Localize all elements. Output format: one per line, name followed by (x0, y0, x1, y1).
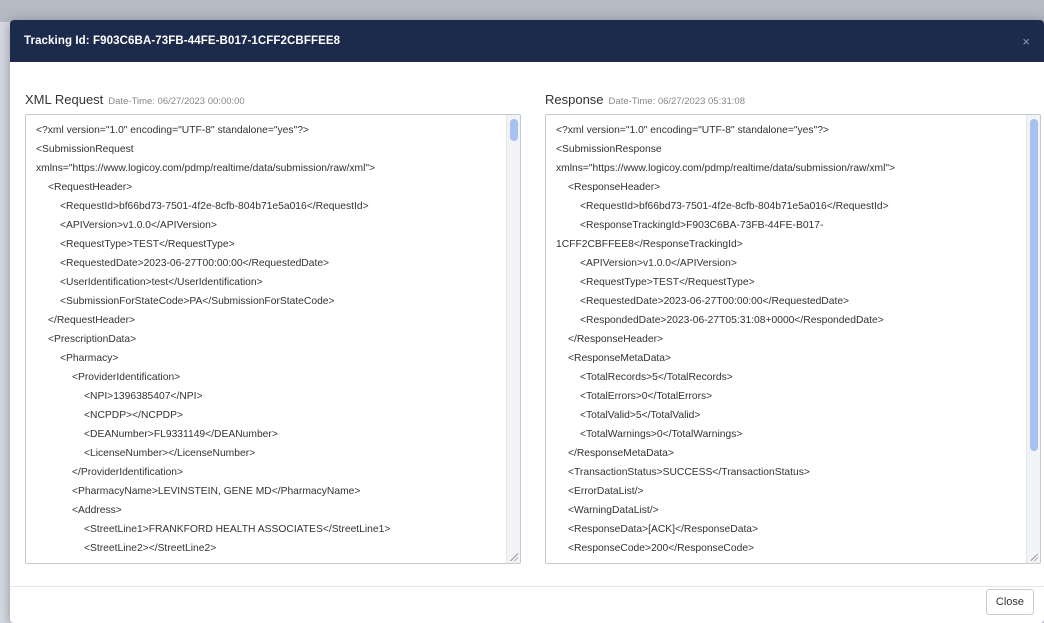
xml-panes: XML Request Date-Time: 06/27/2023 00:00:… (25, 92, 1041, 572)
response-resize-handle[interactable] (1030, 553, 1038, 561)
xml-line: <TotalValid>5</TotalValid> (580, 410, 701, 421)
response-scrollbar-thumb[interactable] (1030, 119, 1038, 451)
xml-line: <ResponseData>[ACK]</ResponseData> (568, 524, 759, 535)
xml-line: <APIVersion>v1.0.0</APIVersion> (580, 258, 737, 269)
xml-line: <RequestId>bf66bd73-7501-4f2e-8cfb-804b7… (580, 201, 889, 212)
xml-line: <DEANumber>FL9331149</DEANumber> (84, 429, 278, 440)
request-xml-content: <?xml version="1.0" encoding="UTF-8" sta… (36, 121, 502, 558)
xml-line: <Pharmacy> (60, 353, 119, 364)
close-icon[interactable]: × (1022, 34, 1030, 49)
modal-header: Tracking Id: F903C6BA-73FB-44FE-B017-1CF… (10, 20, 1044, 62)
response-scrollbar[interactable] (1026, 115, 1040, 563)
xml-line: <SubmissionResponse (556, 144, 662, 155)
xml-line: <ResponseMetaData> (568, 353, 672, 364)
response-title: Response (545, 92, 604, 107)
request-pane: XML Request Date-Time: 06/27/2023 00:00:… (25, 92, 521, 564)
xml-line: <ResponseTrackingId>F903C6BA-73FB-44FE-B… (580, 220, 824, 231)
xml-line: <APIVersion>v1.0.0</APIVersion> (60, 220, 217, 231)
xml-line: <StreetLine2></StreetLine2> (84, 543, 217, 554)
xml-line: <WarningDataList/> (568, 505, 659, 516)
xml-line: <NCPDP></NCPDP> (84, 410, 184, 421)
xml-line: <TotalErrors>0</TotalErrors> (580, 391, 713, 402)
background-page-strip (0, 0, 1044, 22)
xml-line: <RequestedDate>2023-06-27T00:00:00</Requ… (60, 258, 330, 269)
xml-line: <NPI>1396385407</NPI> (84, 391, 203, 402)
response-heading: Response Date-Time: 06/27/2023 05:31:08 (545, 92, 1041, 112)
xml-line: <RespondedDate>2023-06-27T05:31:08+0000<… (580, 315, 884, 326)
xml-line: xmlns="https://www.logicoy.com/pdmp/real… (36, 163, 376, 174)
request-heading: XML Request Date-Time: 06/27/2023 00:00:… (25, 92, 521, 112)
modal-footer-divider (10, 586, 1044, 587)
xml-line: <LicenseNumber></LicenseNumber> (84, 448, 256, 459)
modal-title: Tracking Id: F903C6BA-73FB-44FE-B017-1CF… (24, 35, 341, 47)
xml-line: <PharmacyName>LEVINSTEIN, GENE MD</Pharm… (72, 486, 361, 497)
xml-line: </RequestHeader> (48, 315, 136, 326)
request-datetime: Date-Time: 06/27/2023 00:00:00 (108, 96, 245, 107)
request-scrollbar-thumb[interactable] (510, 119, 518, 141)
request-title: XML Request (25, 92, 104, 107)
xml-line: <?xml version="1.0" encoding="UTF-8" sta… (36, 125, 309, 136)
xml-line: <SubmissionRequest (36, 144, 134, 155)
xml-line: <RequestType>TEST</RequestType> (580, 277, 755, 288)
xml-line: <RequestHeader> (48, 182, 133, 193)
xml-line: <RequestedDate>2023-06-27T00:00:00</Requ… (580, 296, 850, 307)
xml-line: </ResponseHeader> (568, 334, 664, 345)
close-button[interactable]: Close (985, 589, 1034, 615)
xml-line: <UserIdentification>test</UserIdentifica… (60, 277, 263, 288)
response-xml-textarea[interactable]: <?xml version="1.0" encoding="UTF-8" sta… (545, 114, 1041, 564)
xml-line: </ProviderIdentification> (72, 467, 184, 478)
tracking-modal: Tracking Id: F903C6BA-73FB-44FE-B017-1CF… (10, 20, 1044, 623)
xml-line: <TransactionStatus>SUCCESS</TransactionS… (568, 467, 810, 478)
xml-line: <?xml version="1.0" encoding="UTF-8" sta… (556, 125, 829, 136)
xml-line: <ErrorDataList/> (568, 486, 644, 497)
xml-line: <TotalRecords>5</TotalRecords> (580, 372, 733, 383)
xml-line: <ProviderIdentification> (72, 372, 181, 383)
request-resize-handle[interactable] (510, 553, 518, 561)
response-pane: Response Date-Time: 06/27/2023 05:31:08 … (545, 92, 1041, 564)
xml-line: <StreetLine1>FRANKFORD HEALTH ASSOCIATES… (84, 524, 391, 535)
xml-line: </ResponseMetaData> (568, 448, 674, 459)
xml-line: <TotalWarnings>0</TotalWarnings> (580, 429, 743, 440)
xml-line: 1CFF2CBFFEE8</ResponseTrackingId> (556, 239, 743, 250)
xml-line: <RequestType>TEST</RequestType> (60, 239, 235, 250)
response-datetime: Date-Time: 06/27/2023 05:31:08 (608, 96, 745, 107)
request-xml-textarea[interactable]: <?xml version="1.0" encoding="UTF-8" sta… (25, 114, 521, 564)
xml-line: <RequestId>bf66bd73-7501-4f2e-8cfb-804b7… (60, 201, 369, 212)
request-scrollbar[interactable] (506, 115, 520, 563)
response-xml-content: <?xml version="1.0" encoding="UTF-8" sta… (556, 121, 1022, 558)
xml-line: <PrescriptionData> (48, 334, 137, 345)
xml-line: <ResponseCode>200</ResponseCode> (568, 543, 755, 554)
xml-line: <Address> (72, 505, 122, 516)
xml-line: <ResponseHeader> (568, 182, 661, 193)
xml-line: <SubmissionForStateCode>PA</SubmissionFo… (60, 296, 335, 307)
xml-line: xmlns="https://www.logicoy.com/pdmp/real… (556, 163, 896, 174)
